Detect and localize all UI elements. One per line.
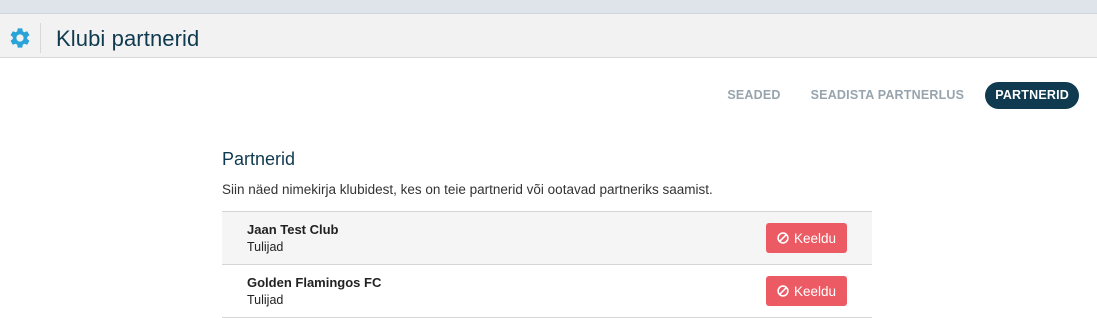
- list-item: Golden Flamingos FC Tulijad Keeldu: [222, 265, 872, 318]
- reject-button[interactable]: Keeldu: [766, 276, 847, 306]
- section-description: Siin näed nimekirja klubidest, kes on te…: [222, 182, 713, 197]
- partner-name: Jaan Test Club: [247, 222, 339, 237]
- list-item: Jaan Test Club Tulijad Keeldu: [222, 212, 872, 265]
- partners-list: Jaan Test Club Tulijad Keeldu Golden Fla…: [222, 211, 872, 318]
- browser-top-strip: [0, 0, 1097, 14]
- reject-button[interactable]: Keeldu: [766, 223, 847, 253]
- page-title: Klubi partnerid: [56, 26, 200, 51]
- partner-name: Golden Flamingos FC: [247, 275, 382, 290]
- ban-icon: [777, 232, 789, 244]
- gear-icon[interactable]: [8, 26, 32, 50]
- tab-seaded[interactable]: SEADED: [712, 82, 795, 109]
- reject-button-label: Keeldu: [793, 283, 837, 299]
- ban-icon: [777, 285, 789, 297]
- reject-button-label: Keeldu: [793, 230, 837, 246]
- tab-partnerid[interactable]: PARTNERID: [985, 82, 1079, 109]
- page-header: Klubi partnerid: [0, 14, 1097, 58]
- tab-seadista-partnerlus[interactable]: SEADISTA PARTNERLUS: [796, 82, 980, 109]
- partner-status: Tulijad: [247, 293, 284, 307]
- section-tabs: SEADED SEADISTA PARTNERLUS PARTNERID: [712, 82, 1079, 109]
- partner-status: Tulijad: [247, 240, 284, 254]
- partners-section: Partnerid Siin näed nimekirja klubidest,…: [222, 148, 872, 318]
- header-divider: [40, 23, 41, 53]
- section-title: Partnerid: [222, 149, 296, 169]
